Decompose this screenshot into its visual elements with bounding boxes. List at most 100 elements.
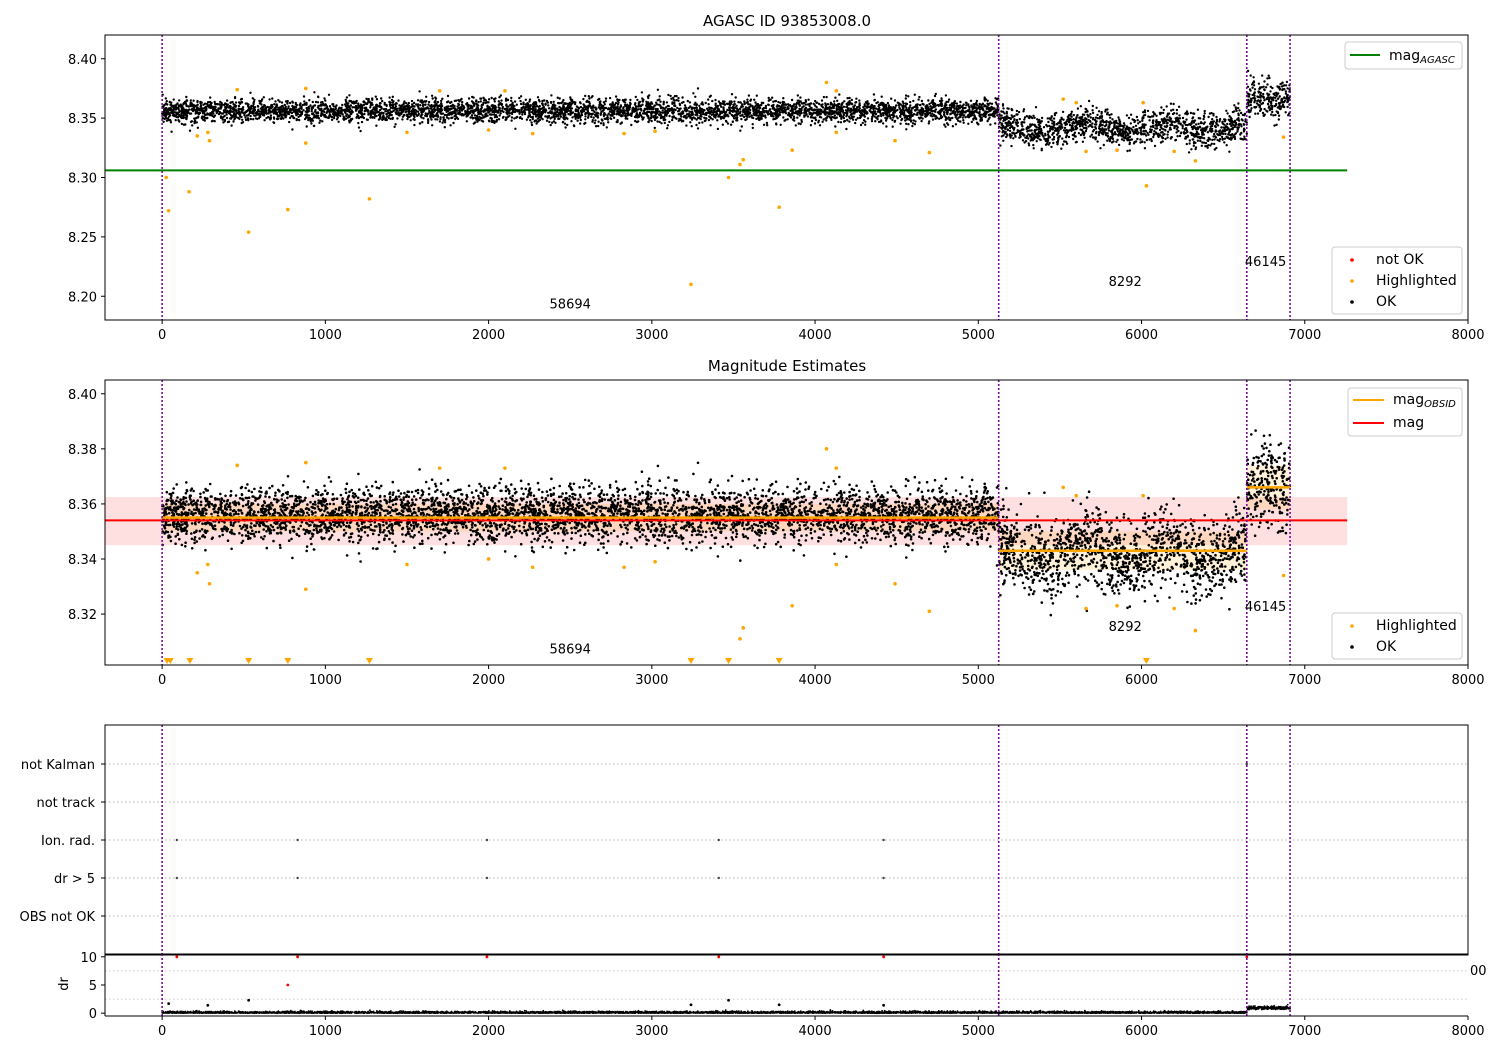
- highlighted-point: [893, 138, 897, 143]
- flag-point: [296, 838, 299, 842]
- highlighted-point: [834, 562, 839, 567]
- x-tick-label: 2000: [472, 1024, 505, 1039]
- flag-point: [485, 876, 489, 880]
- flag-point: [882, 838, 885, 842]
- highlighted-point: [824, 447, 829, 451]
- x-tick-label: 3000: [635, 328, 668, 343]
- flag-category-label: OBS not OK: [20, 910, 96, 925]
- x-tick-label: 3000: [635, 1024, 668, 1039]
- highlighted-point: [187, 189, 191, 194]
- dr-outlier-point: [717, 955, 721, 959]
- panel-magnitude-estimates-title: Magnitude Estimates: [708, 357, 866, 375]
- flag-point: [485, 838, 489, 842]
- panel-magnitude-estimates-legend-lines: magOBSID mag: [1347, 387, 1463, 437]
- panel-dr-edge-label: 00: [1470, 964, 1487, 979]
- highlighted-point: [1061, 97, 1065, 101]
- highlighted-point: [1115, 148, 1119, 152]
- highlighted-point: [207, 138, 212, 143]
- y-tick-label: 8.35: [68, 112, 97, 127]
- x-tick-label: 0: [158, 673, 166, 688]
- y-tick-label: 8.40: [68, 388, 97, 403]
- highlighted-point: [503, 466, 507, 470]
- flag-point: [296, 876, 299, 880]
- highlighted-point: [834, 89, 839, 93]
- x-tick-label: 8000: [1451, 673, 1484, 688]
- highlighted-point: [164, 175, 169, 180]
- highlighted-point: [1193, 159, 1198, 163]
- x-tick-label: 2000: [472, 328, 505, 343]
- highlighted-point: [741, 157, 746, 162]
- y-tick-label: 8.32: [68, 608, 97, 623]
- highlighted-point: [235, 87, 240, 92]
- dr-outlier-point: [206, 1003, 210, 1007]
- legend-mag-agasc: mag: [1389, 48, 1420, 64]
- legend-mag-obsid: mag: [1393, 392, 1424, 408]
- highlighted-point: [834, 466, 839, 470]
- highlighted-point: [207, 581, 212, 586]
- dr-outlier-point: [727, 998, 730, 1002]
- highlighted-point: [303, 460, 308, 465]
- highlighted-point: [166, 208, 171, 213]
- panel-dr-ylabel: dr: [57, 977, 72, 991]
- highlighted-point: [303, 86, 308, 91]
- highlighted-point: [726, 175, 731, 180]
- y-tick-label: 8.25: [68, 231, 97, 246]
- highlighted-point: [689, 282, 693, 287]
- dr-outlier-point: [286, 983, 290, 987]
- legend-not-ok: not OK: [1376, 252, 1424, 268]
- y-tick-label: 8.30: [68, 172, 97, 187]
- flag-point: [1245, 762, 1249, 766]
- y-tick-label: 8.38: [68, 443, 97, 458]
- x-tick-label: 0: [158, 328, 166, 343]
- highlighted-point: [486, 557, 491, 561]
- x-tick-label: 4000: [799, 328, 832, 343]
- highlighted-point: [738, 162, 742, 167]
- legend-mag: mag: [1393, 415, 1424, 431]
- highlighted-point: [790, 603, 795, 608]
- highlighted-point: [1061, 485, 1065, 490]
- highlighted-point: [486, 128, 491, 132]
- x-tick-label: 1000: [309, 1024, 342, 1039]
- obsid-label: 58694: [550, 643, 591, 658]
- flag-point: [717, 876, 720, 880]
- highlighted-point: [1141, 493, 1145, 498]
- y-tick-label: 8.40: [68, 53, 97, 68]
- x-tick-label: 4000: [799, 1024, 832, 1039]
- highlighted-point: [1281, 573, 1286, 578]
- x-tick-label: 6000: [1125, 328, 1158, 343]
- dr-y-tick-label: 10: [80, 951, 97, 966]
- obsid-label: 58694: [550, 298, 591, 313]
- dr-outlier-point: [485, 955, 489, 959]
- flag-point: [882, 876, 885, 880]
- highlighted-point: [1084, 606, 1088, 611]
- x-tick-label: 7000: [1288, 673, 1321, 688]
- highlighted-point: [503, 89, 507, 93]
- highlighted-point: [653, 129, 657, 133]
- highlighted-point: [303, 587, 308, 592]
- panel-agasc-title: AGASC ID 93853008.0: [703, 12, 871, 30]
- highlighted-point: [437, 466, 442, 470]
- highlighted-point: [235, 463, 240, 468]
- obsid-label: 46145: [1245, 600, 1286, 615]
- figure: AGASC ID 93853008.0 58694829246145 0 1000…: [0, 0, 1500, 1050]
- dr-outlier-point: [882, 1003, 886, 1007]
- flag-point: [175, 838, 179, 842]
- highlighted-point: [1084, 149, 1088, 154]
- highlighted-point: [405, 562, 409, 567]
- x-tick-label: 3000: [635, 673, 668, 688]
- flag-category-label: not Kalman: [21, 758, 95, 773]
- highlighted-point: [1141, 100, 1145, 105]
- highlighted-point: [195, 570, 200, 575]
- highlighted-point: [195, 134, 200, 138]
- dr-outlier-point: [777, 1003, 781, 1007]
- y-tick-label: 8.36: [68, 498, 97, 513]
- highlighted-point: [1193, 628, 1198, 633]
- x-tick-label: 6000: [1125, 1024, 1158, 1039]
- dr-y-tick-label: 0: [89, 1007, 97, 1022]
- x-tick-label: 5000: [962, 328, 995, 343]
- highlighted-point: [246, 230, 251, 234]
- highlighted-point: [437, 89, 442, 93]
- highlighted-point: [927, 150, 932, 155]
- flag-category-label: dr > 5: [54, 872, 95, 887]
- highlighted-point: [927, 609, 932, 614]
